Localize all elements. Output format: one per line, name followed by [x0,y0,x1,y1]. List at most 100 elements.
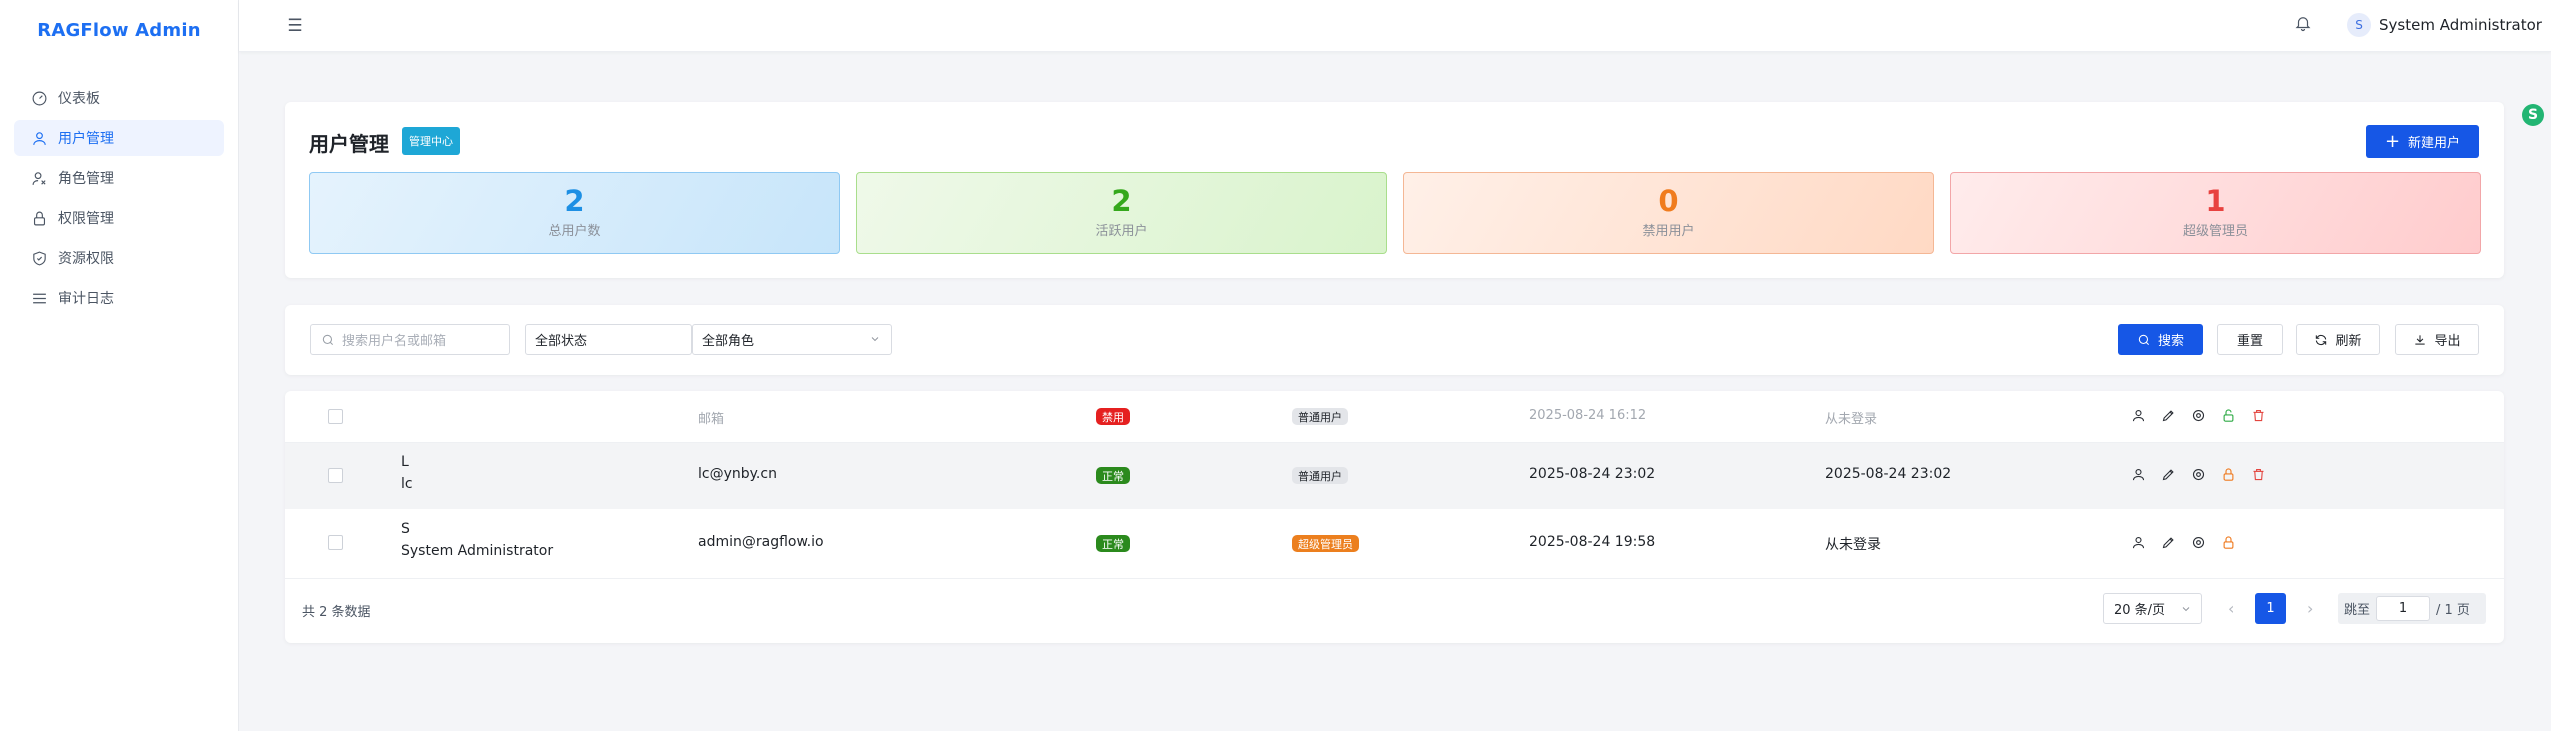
row-checkbox[interactable] [328,535,343,550]
stat-value: 1 [2205,184,2226,218]
new-user-button[interactable]: + 新建用户 [2366,125,2479,158]
reset-button[interactable]: 重置 [2217,324,2283,355]
user-name: System Administrator [2379,16,2542,34]
user-detail-icon[interactable] [2131,408,2147,424]
plus-icon: + [2384,130,2401,152]
edit-icon[interactable] [2161,467,2177,483]
stat-label: 总用户数 [548,224,601,239]
sidebar-item-label: 权限管理 [58,211,114,227]
download-icon [2415,334,2426,345]
sidebar-item-users[interactable]: 用户管理 [14,120,224,156]
sidebar-item-audit-log[interactable]: 审计日志 [14,280,224,316]
top-header: ☰ S System Administrator [239,0,2551,52]
last-login: 从未登录 [1825,537,1881,553]
stat-label: 超级管理员 [2182,224,2248,239]
edit-icon[interactable] [2161,535,2177,551]
delete-icon[interactable] [2251,408,2267,424]
stat-value: 0 [1658,184,1679,218]
role-select-value: 全部角色 [702,334,755,349]
user-email: lc@ynby.cn [698,466,777,482]
search-button-label: 搜索 [2157,334,2184,349]
user-menu[interactable]: S System Administrator [2347,13,2542,37]
stat-label: 禁用用户 [1642,224,1695,239]
gear-icon[interactable] [2191,408,2207,424]
reset-button-label: 重置 [2236,334,2263,349]
search-input[interactable]: 搜索用户名或邮箱 [310,324,510,355]
user-detail-icon[interactable] [2131,535,2147,551]
sidebar: RAGFlow Admin 仪表板 用户管理 角色管理 权限管理 资源权限 审计… [0,0,239,731]
bell-icon[interactable] [2294,14,2314,34]
lock-icon[interactable] [2221,535,2237,551]
column-email: 邮箱 [698,412,725,427]
table-row: S System Administrator admin@ragflow.io … [285,509,2504,579]
sidebar-item-resource-permissions[interactable]: 资源权限 [14,240,224,276]
total-pages: / 1 页 [2436,603,2470,618]
user-email: admin@ragflow.io [698,534,824,550]
user-detail-icon[interactable] [2131,467,2147,483]
gear-icon[interactable] [2191,467,2207,483]
status-badge: 禁用 [1096,408,1130,425]
list-icon [30,289,48,307]
search-button[interactable]: 搜索 [2118,324,2203,355]
delete-icon[interactable] [2251,467,2267,483]
role-icon [30,169,48,187]
search-icon [2138,334,2150,345]
user-table: 邮箱 禁用 普通用户 2025-08-24 16:12 从未登录 L lc lc… [285,391,2504,643]
stat-value: 2 [1111,184,1132,218]
status-badge: 正常 [1096,467,1130,484]
page-size-select[interactable]: 20 条/页 [2103,593,2202,624]
edit-icon[interactable] [2161,408,2177,424]
status-select[interactable]: 全部状态 [525,324,692,355]
refresh-button[interactable]: 刷新 [2296,324,2380,355]
chevron-down-icon [2180,603,2192,619]
gear-icon[interactable] [2191,535,2207,551]
sidebar-item-permissions[interactable]: 权限管理 [14,200,224,236]
created-time: 2025-08-24 19:58 [1529,534,1656,550]
sidebar-item-dashboard[interactable]: 仪表板 [14,80,224,116]
title-badge: 管理中心 [402,127,460,155]
page-number-current[interactable]: 1 [2255,593,2286,624]
avatar: S [2347,13,2371,37]
lock-icon [30,209,48,227]
sidebar-item-label: 用户管理 [58,131,114,147]
search-placeholder: 搜索用户名或邮箱 [342,334,447,349]
created-time: 2025-08-24 23:02 [1529,466,1656,482]
sidebar-menu: 仪表板 用户管理 角色管理 权限管理 资源权限 审计日志 [0,80,238,316]
user-icon [30,129,48,147]
filter-bar: 搜索用户名或邮箱 全部状态 全部角色 搜索 重置 刷新 导出 [285,305,2504,375]
sidebar-item-label: 角色管理 [58,171,114,187]
export-button[interactable]: 导出 [2395,324,2479,355]
lock-icon[interactable] [2221,467,2237,483]
sidebar-item-label: 资源权限 [58,251,114,267]
jump-label: 跳至 [2344,603,2371,618]
brand-logo-text: RAGFlow Admin [37,19,201,41]
stat-label: 活跃用户 [1095,224,1148,239]
table-header-row: 邮箱 禁用 普通用户 2025-08-24 16:12 从未登录 [285,391,2504,443]
floating-assistant-icon[interactable]: S [2522,104,2544,126]
chevron-left-icon[interactable]: ‹ [2228,599,2234,618]
chevron-down-icon [869,333,881,345]
jump-page-input[interactable]: 1 [2376,596,2431,621]
status-select-value: 全部状态 [535,334,588,349]
chevron-right-icon[interactable]: › [2307,599,2313,618]
sidebar-item-label: 审计日志 [58,291,114,307]
table-row: L lc lc@ynby.cn 正常 普通用户 2025-08-24 23:02… [285,443,2504,509]
user-initial: L [401,454,409,470]
hamburger-icon[interactable]: ☰ [285,16,305,36]
row-checkbox[interactable] [328,468,343,483]
page-size-value: 20 条/页 [2114,603,2166,618]
select-all-checkbox[interactable] [328,409,343,424]
last-login: 从未登录 [1825,412,1878,427]
status-badge: 正常 [1096,535,1130,552]
stat-total-users: 2 总用户数 [309,172,840,254]
unlock-icon[interactable] [2221,408,2237,424]
role-select[interactable]: 全部角色 [692,324,892,355]
stat-value: 2 [564,184,585,218]
refresh-button-label: 刷新 [2335,334,2362,349]
export-button-label: 导出 [2434,334,2461,349]
stat-disabled-users: 0 禁用用户 [1403,172,1934,254]
dashboard-icon [30,89,48,107]
role-badge: 普通用户 [1292,408,1348,425]
sidebar-item-roles[interactable]: 角色管理 [14,160,224,196]
role-badge: 超级管理员 [1292,535,1359,552]
